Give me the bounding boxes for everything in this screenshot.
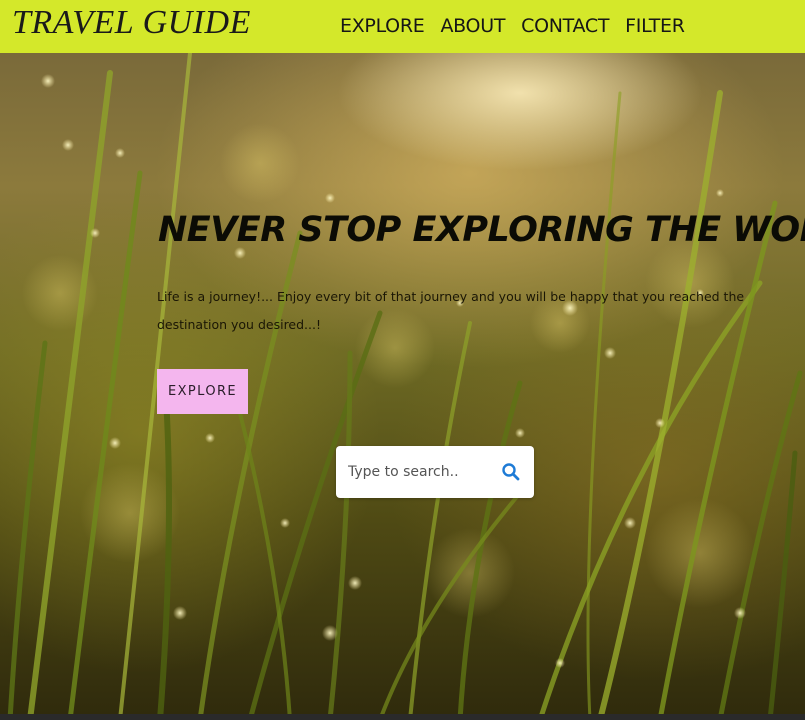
search-icon[interactable] bbox=[501, 462, 521, 482]
nav-link-contact[interactable]: CONTACT bbox=[521, 13, 609, 39]
nav-link-explore[interactable]: EXPLORE bbox=[340, 13, 425, 39]
navbar: TRAVEL GUIDE EXPLORE ABOUT CONTACT FILTE… bbox=[0, 0, 805, 53]
nav-link-filter[interactable]: FILTER bbox=[625, 13, 685, 39]
hero-section: NEVER STOP EXPLORING THE WORLD Life is a… bbox=[0, 53, 805, 720]
search-input[interactable] bbox=[348, 460, 488, 484]
hero-title: NEVER STOP EXPLORING THE WORLD bbox=[158, 210, 805, 250]
page: TRAVEL GUIDE EXPLORE ABOUT CONTACT FILTE… bbox=[0, 0, 805, 720]
hero-subtitle: Life is a journey!... Enjoy every bit of… bbox=[157, 289, 745, 332]
search-box bbox=[336, 446, 534, 498]
site-logo[interactable]: TRAVEL GUIDE bbox=[12, 3, 251, 43]
nav-menu: EXPLORE ABOUT CONTACT FILTER bbox=[340, 13, 701, 39]
hero-background-image bbox=[7, 53, 803, 720]
explore-button[interactable]: EXPLORE bbox=[157, 369, 248, 414]
nav-link-about[interactable]: ABOUT bbox=[440, 13, 505, 39]
bottom-bar bbox=[0, 714, 805, 720]
